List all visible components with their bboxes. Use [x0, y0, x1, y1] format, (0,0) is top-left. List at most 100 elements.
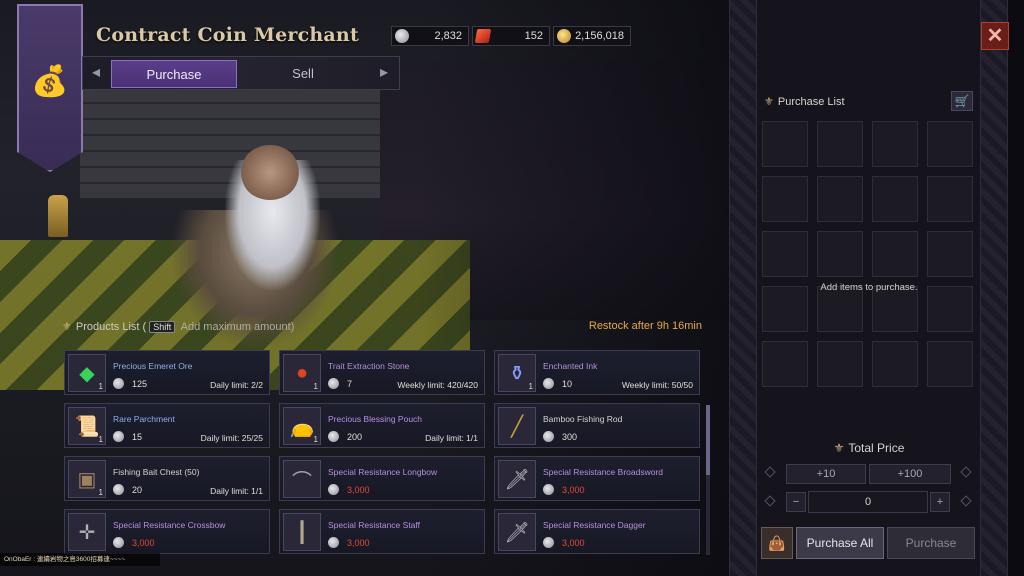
product-name: Precious Emeret Ore	[113, 361, 193, 371]
close-button[interactable]: ✕	[981, 22, 1009, 50]
product-price-value: 20	[132, 484, 143, 495]
product-name: Special Resistance Longbow	[328, 467, 438, 477]
purchase-slot[interactable]	[817, 341, 863, 387]
silver-coin-icon	[328, 378, 339, 389]
total-price-label: Total Price	[848, 441, 905, 455]
product-price-value: 3,000	[347, 537, 370, 548]
product-price: 15	[113, 431, 142, 442]
purchase-slot[interactable]	[762, 176, 808, 222]
product-card[interactable]: ▣ 1 Fishing Bait Chest (50) 20 Daily limit: …	[64, 456, 270, 501]
product-card[interactable]: ╱ Bamboo Fishing Rod 300	[494, 403, 700, 448]
cart-button[interactable]: 🛒	[951, 91, 973, 111]
currency-silver: 2,832	[391, 26, 469, 46]
purchase-slot[interactable]	[817, 121, 863, 167]
purchase-slot[interactable]	[872, 341, 918, 387]
product-price-value: 3,000	[562, 484, 585, 495]
purchase-slot[interactable]	[872, 231, 918, 277]
purchase-slot[interactable]	[762, 121, 808, 167]
plus-10-button[interactable]: +10	[786, 464, 866, 484]
product-price: 3,000	[543, 537, 585, 548]
purchase-slot[interactable]	[927, 121, 973, 167]
restock-timer: Restock after 9h 16min	[588, 320, 702, 332]
product-scrollbar-thumb[interactable]	[706, 405, 710, 475]
product-price-value: 3,000	[132, 537, 155, 548]
chat-message: OnObaEr : 連續岩物之島3600招募連~~~~	[0, 553, 160, 566]
purchase-slot[interactable]	[927, 176, 973, 222]
product-price: 125	[113, 378, 147, 389]
plus-100-button[interactable]: +100	[869, 464, 951, 484]
purchase-slot[interactable]	[817, 231, 863, 277]
longbow-icon: ⌒	[283, 460, 321, 498]
red-stone-icon: ● 1	[283, 354, 321, 392]
product-scrollbar[interactable]	[706, 405, 710, 555]
close-icon: ✕	[986, 25, 1004, 47]
increment-button[interactable]: +	[930, 492, 950, 512]
purchase-slot[interactable]	[762, 341, 808, 387]
product-card[interactable]: ⚱ 1 Enchanted Ink 10 Weekly limit: 50/50	[494, 350, 700, 395]
product-card[interactable]: 📜 1 Rare Parchment 15 Daily limit: 25/25	[64, 403, 270, 448]
tab-purchase[interactable]: Purchase	[111, 60, 237, 88]
purchase-slot[interactable]	[872, 176, 918, 222]
product-price: 7	[328, 378, 352, 389]
product-price: 3,000	[113, 537, 155, 548]
product-limit: Daily limit: 1/1	[425, 433, 478, 443]
scroll-icon: 📜 1	[68, 407, 106, 445]
purchase-button[interactable]: Purchase	[887, 527, 975, 559]
fleur-icon: ⚜	[62, 321, 72, 333]
left-pillar-ornament	[729, 0, 757, 576]
window-title: Contract Coin Merchant	[96, 24, 359, 46]
silver-coin-icon	[113, 537, 124, 548]
product-card[interactable]: ◆ 1 Precious Emeret Ore 125 Daily limit: 2/2	[64, 350, 270, 395]
product-price-value: 200	[347, 431, 363, 442]
chevron-right-icon[interactable]: ▸	[373, 63, 395, 83]
ink-bottle-icon: ⚱ 1	[498, 354, 536, 392]
purchase-empty-message: Add items to purchase.	[820, 282, 918, 293]
purchase-slot[interactable]	[872, 121, 918, 167]
product-card[interactable]: ⌒ Special Resistance Longbow 3,000	[279, 456, 485, 501]
cart-icon: 🛒	[954, 94, 970, 108]
product-card[interactable]: ✛ Special Resistance Crossbow 3,000	[64, 509, 270, 554]
decrement-button[interactable]: −	[786, 492, 806, 512]
silver-coin-icon	[543, 537, 554, 548]
staff-icon: ┃	[283, 513, 321, 551]
right-pillar-ornament	[980, 0, 1008, 576]
product-card[interactable]: 🗡 Special Resistance Dagger 3,000	[494, 509, 700, 554]
inventory-bag-button[interactable]: 👜	[761, 527, 793, 559]
shift-key-badge: Shift	[149, 321, 176, 333]
product-quantity: 1	[98, 488, 103, 497]
product-quantity: 1	[98, 435, 103, 444]
tab-sell[interactable]: Sell	[240, 60, 366, 88]
chevron-left-icon[interactable]: ◂	[85, 63, 107, 83]
silver-coin-icon	[328, 431, 339, 442]
product-price: 10	[543, 378, 572, 389]
product-name: Bamboo Fishing Rod	[543, 414, 623, 424]
product-price-value: 3,000	[347, 484, 370, 495]
quantity-field[interactable]: 0	[808, 491, 928, 513]
product-name: Special Resistance Staff	[328, 520, 420, 530]
product-card[interactable]: 👝 1 Precious Blessing Pouch 200 Daily limit:…	[279, 403, 485, 448]
product-name: Special Resistance Crossbow	[113, 520, 226, 530]
bag-icon: 👜	[768, 535, 786, 551]
product-price: 300	[543, 431, 577, 442]
fleur-icon: ⚜	[833, 441, 845, 455]
purchase-slot[interactable]	[817, 176, 863, 222]
product-card[interactable]: ┃ Special Resistance Staff 3,000	[279, 509, 485, 554]
purchase-slot[interactable]	[927, 341, 973, 387]
currency-silver-value: 2,832	[434, 30, 462, 42]
silver-coin-icon	[543, 484, 554, 495]
product-limit: Daily limit: 25/25	[200, 433, 263, 443]
product-card[interactable]: 🗡 Special Resistance Broadsword 3,000	[494, 456, 700, 501]
silver-coin-icon	[543, 378, 554, 389]
product-card[interactable]: ● 1 Trait Extraction Stone 7 Weekly limit: 4…	[279, 350, 485, 395]
products-list-label: Products List	[75, 321, 140, 333]
product-price-value: 15	[132, 431, 143, 442]
purchase-list-label: Purchase List	[777, 96, 845, 108]
product-name: Trait Extraction Stone	[328, 361, 410, 371]
purchase-slot[interactable]	[762, 231, 808, 277]
currency-gold-value: 2,156,018	[575, 30, 624, 42]
total-price-title: ⚜ Total Price	[764, 441, 974, 455]
product-price: 20	[113, 484, 142, 495]
purchase-all-button[interactable]: Purchase All	[796, 527, 884, 559]
purchase-slot[interactable]	[927, 231, 973, 277]
silver-coin-icon	[113, 378, 124, 389]
